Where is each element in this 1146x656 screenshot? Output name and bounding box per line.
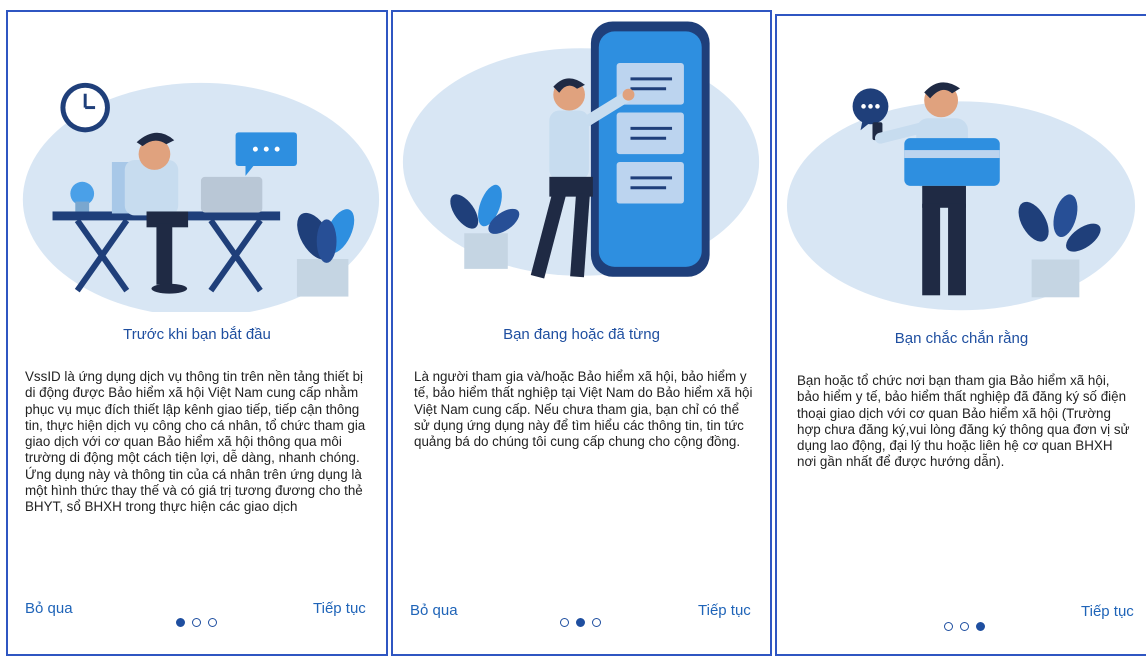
page-dot-1[interactable]	[176, 618, 185, 627]
page-dot-2[interactable]	[960, 622, 969, 631]
screen-title: Bạn đang hoặc đã từng	[503, 326, 660, 343]
page-dot-2[interactable]	[576, 618, 585, 627]
page-dot-1[interactable]	[560, 618, 569, 627]
screen-title: Bạn chắc chắn rằng	[894, 330, 1029, 347]
page-dot-3[interactable]	[592, 618, 601, 627]
screen-description: VssID là ứng dụng dịch vụ thông tin trên…	[25, 369, 366, 515]
page-dot-2[interactable]	[192, 618, 201, 627]
onboarding-screen-1: Trước khi bạn bắt đầu VssID là ứng dụng …	[6, 10, 388, 656]
onboarding-screen-2: Bạn đang hoặc đã từng Là người tham gia …	[391, 10, 772, 656]
skip-button[interactable]: Bỏ qua	[25, 600, 73, 617]
page-indicator	[176, 618, 217, 627]
skip-button[interactable]: Bỏ qua	[410, 602, 458, 619]
page-indicator	[560, 618, 601, 627]
next-button[interactable]: Tiếp tục	[698, 602, 751, 619]
phone-user-illustration	[402, 21, 760, 279]
clock-icon	[60, 82, 110, 133]
screen-description: Là người tham gia và/hoặc Bảo hiểm xã hộ…	[414, 369, 753, 450]
next-button[interactable]: Tiếp tục	[1081, 603, 1134, 620]
id-card-icon	[904, 138, 1000, 186]
next-button[interactable]: Tiếp tục	[313, 600, 366, 617]
onboarding-screen-3: Bạn chắc chắn rằng Bạn hoặc tổ chức nơi …	[775, 14, 1146, 656]
desk-worker-illustration	[22, 82, 380, 312]
card-holder-illustration	[786, 82, 1136, 311]
page-dot-3[interactable]	[208, 618, 217, 627]
page-dot-3[interactable]	[976, 622, 985, 631]
screen-description: Bạn hoặc tổ chức nơi bạn tham gia Bảo hi…	[797, 373, 1130, 470]
phone-icon	[590, 21, 710, 277]
page-dot-1[interactable]	[944, 622, 953, 631]
page-indicator	[944, 622, 985, 631]
screen-title: Trước khi bạn bắt đầu	[123, 326, 271, 343]
